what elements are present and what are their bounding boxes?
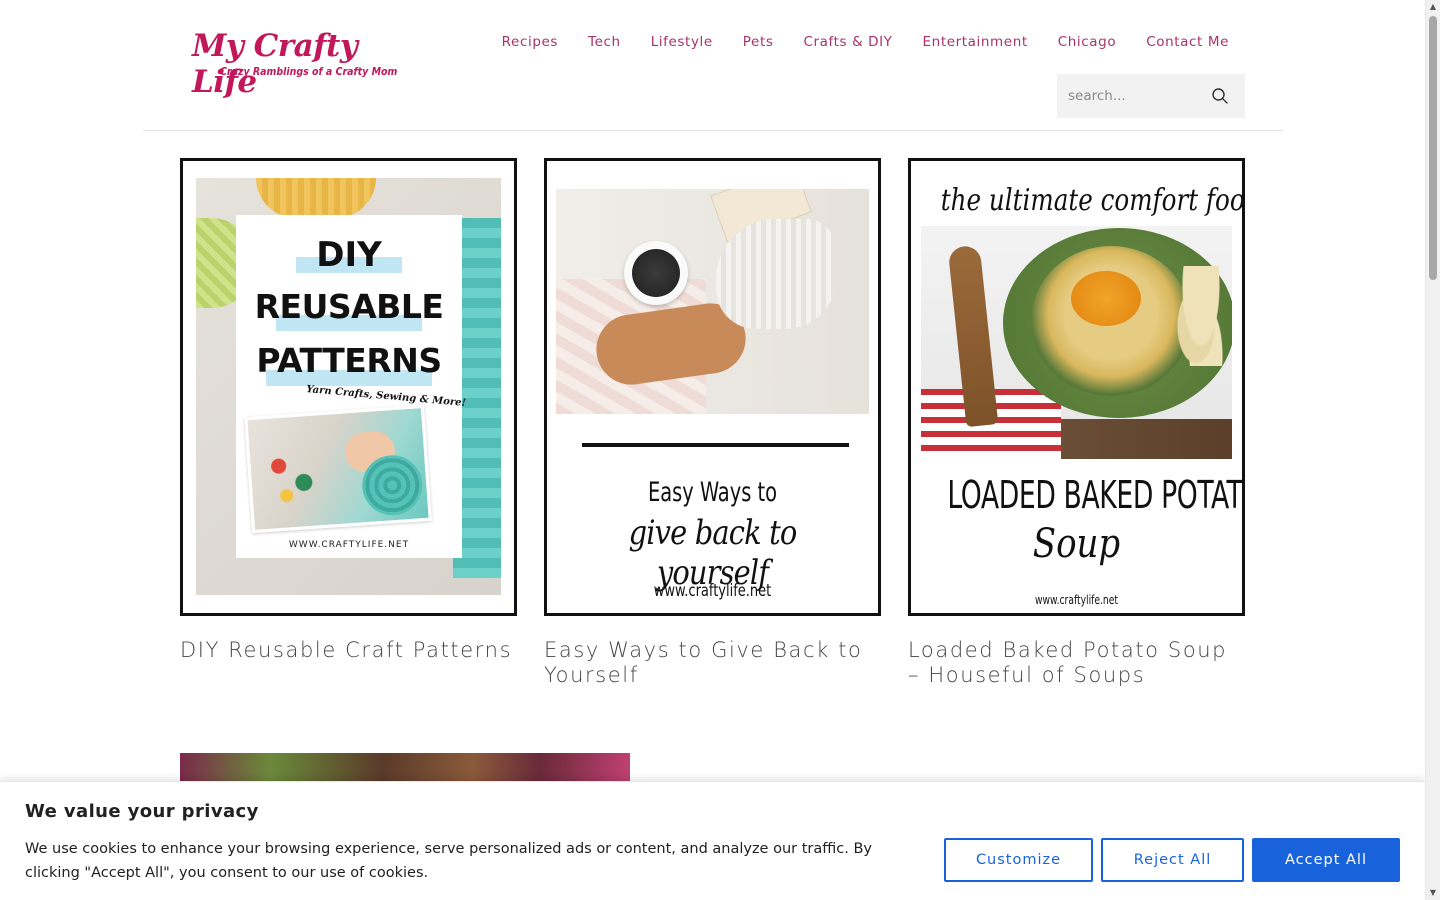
scrollbar-thumb[interactable] <box>1429 16 1437 280</box>
yarn-coaster-decoration <box>256 178 376 218</box>
cookie-banner-text: We use cookies to enhance your browsing … <box>25 841 872 881</box>
post-card-potato-soup: the ultimate comfort food LOADED BAKED P… <box>908 158 1245 688</box>
cozy-reading-photo <box>556 189 869 414</box>
nav-item-tech[interactable]: Tech <box>573 34 636 50</box>
main-nav: Recipes Tech Lifestyle Pets Crafts & DIY… <box>487 34 1244 50</box>
reject-all-button[interactable]: Reject All <box>1101 838 1244 882</box>
post-thumbnail[interactable]: Easy Ways to give back to yourself www.c… <box>544 158 881 616</box>
nav-item-recipes[interactable]: Recipes <box>487 34 573 50</box>
post-title[interactable]: Easy Ways to Give Back to Yourself <box>544 638 881 688</box>
nav-item-pets[interactable]: Pets <box>728 34 789 50</box>
thumbnail-line-1: Easy Ways to <box>647 477 777 508</box>
post-card-give-back: Easy Ways to give back to yourself www.c… <box>544 158 881 688</box>
thumbnail-script-text: Yarn Crafts, Sewing & More! <box>305 384 467 409</box>
thumbnail-divider <box>582 443 849 447</box>
search-icon[interactable] <box>1211 87 1229 105</box>
scroll-up-icon[interactable]: ▲ <box>1428 2 1438 12</box>
crochet-photo <box>244 404 432 534</box>
thumbnail-top-text: the ultimate comfort food <box>940 183 1245 218</box>
header-divider <box>143 130 1283 131</box>
nav-item-entertainment[interactable]: Entertainment <box>908 34 1043 50</box>
thumbnail-url: www.craftylife.net <box>1035 593 1118 607</box>
nav-item-chicago[interactable]: Chicago <box>1043 34 1131 50</box>
thumbnail-text-panel: DIY REUSABLE PATTERNS Yarn Crafts, Sewin… <box>236 215 466 558</box>
thumbnail-background: DIY REUSABLE PATTERNS Yarn Crafts, Sewin… <box>196 178 501 595</box>
socks-decoration <box>716 219 836 329</box>
post-thumbnail[interactable]: the ultimate comfort food LOADED BAKED P… <box>908 158 1245 616</box>
post-title[interactable]: DIY Reusable Craft Patterns <box>180 638 517 663</box>
nav-item-contact-me[interactable]: Contact Me <box>1131 34 1244 50</box>
thumbnail-line-1: LOADED BAKED POTATO <box>947 473 1245 517</box>
scroll-down-icon[interactable]: ▼ <box>1428 888 1438 898</box>
nav-item-crafts-diy[interactable]: Crafts & DIY <box>789 34 908 50</box>
accept-all-button[interactable]: Accept All <box>1252 838 1400 882</box>
chips-decoration <box>1176 266 1226 366</box>
thumbnail-line-1: DIY <box>316 235 382 275</box>
post-title[interactable]: Loaded Baked Potato Soup – Houseful of S… <box>908 638 1245 688</box>
cookie-consent-banner: We value your privacy We use cookies to … <box>0 781 1425 900</box>
cookie-banner-title: We value your privacy <box>25 801 259 822</box>
soup-photo <box>921 226 1232 459</box>
thumbnail-url: www.craftylife.net <box>653 581 772 601</box>
thumbnail-line-2: Soup <box>1032 521 1121 567</box>
thumbnail-line-3: PATTERNS <box>256 341 442 380</box>
thumbnail-url: WWW.CRAFTYLIFE.NET <box>288 540 410 550</box>
nav-item-lifestyle[interactable]: Lifestyle <box>636 34 728 50</box>
page-scrollbar[interactable]: ▲ ▼ <box>1425 0 1440 900</box>
logo-title: My Crafty Life <box>192 28 358 100</box>
search-box <box>1057 74 1245 118</box>
thumbnail-line-2: REUSABLE <box>254 287 444 326</box>
site-logo[interactable]: My Crafty Life Crazy Ramblings of a Craf… <box>192 28 397 100</box>
coffee-cup-decoration <box>624 241 688 305</box>
customize-button[interactable]: Customize <box>944 838 1093 882</box>
search-input[interactable] <box>1057 88 1207 104</box>
post-card-diy-reusable-patterns: DIY REUSABLE PATTERNS Yarn Crafts, Sewin… <box>180 158 517 663</box>
logo-subtitle: Crazy Ramblings of a Crafty Mom <box>220 66 398 78</box>
post-thumbnail[interactable]: DIY REUSABLE PATTERNS Yarn Crafts, Sewin… <box>180 158 517 616</box>
